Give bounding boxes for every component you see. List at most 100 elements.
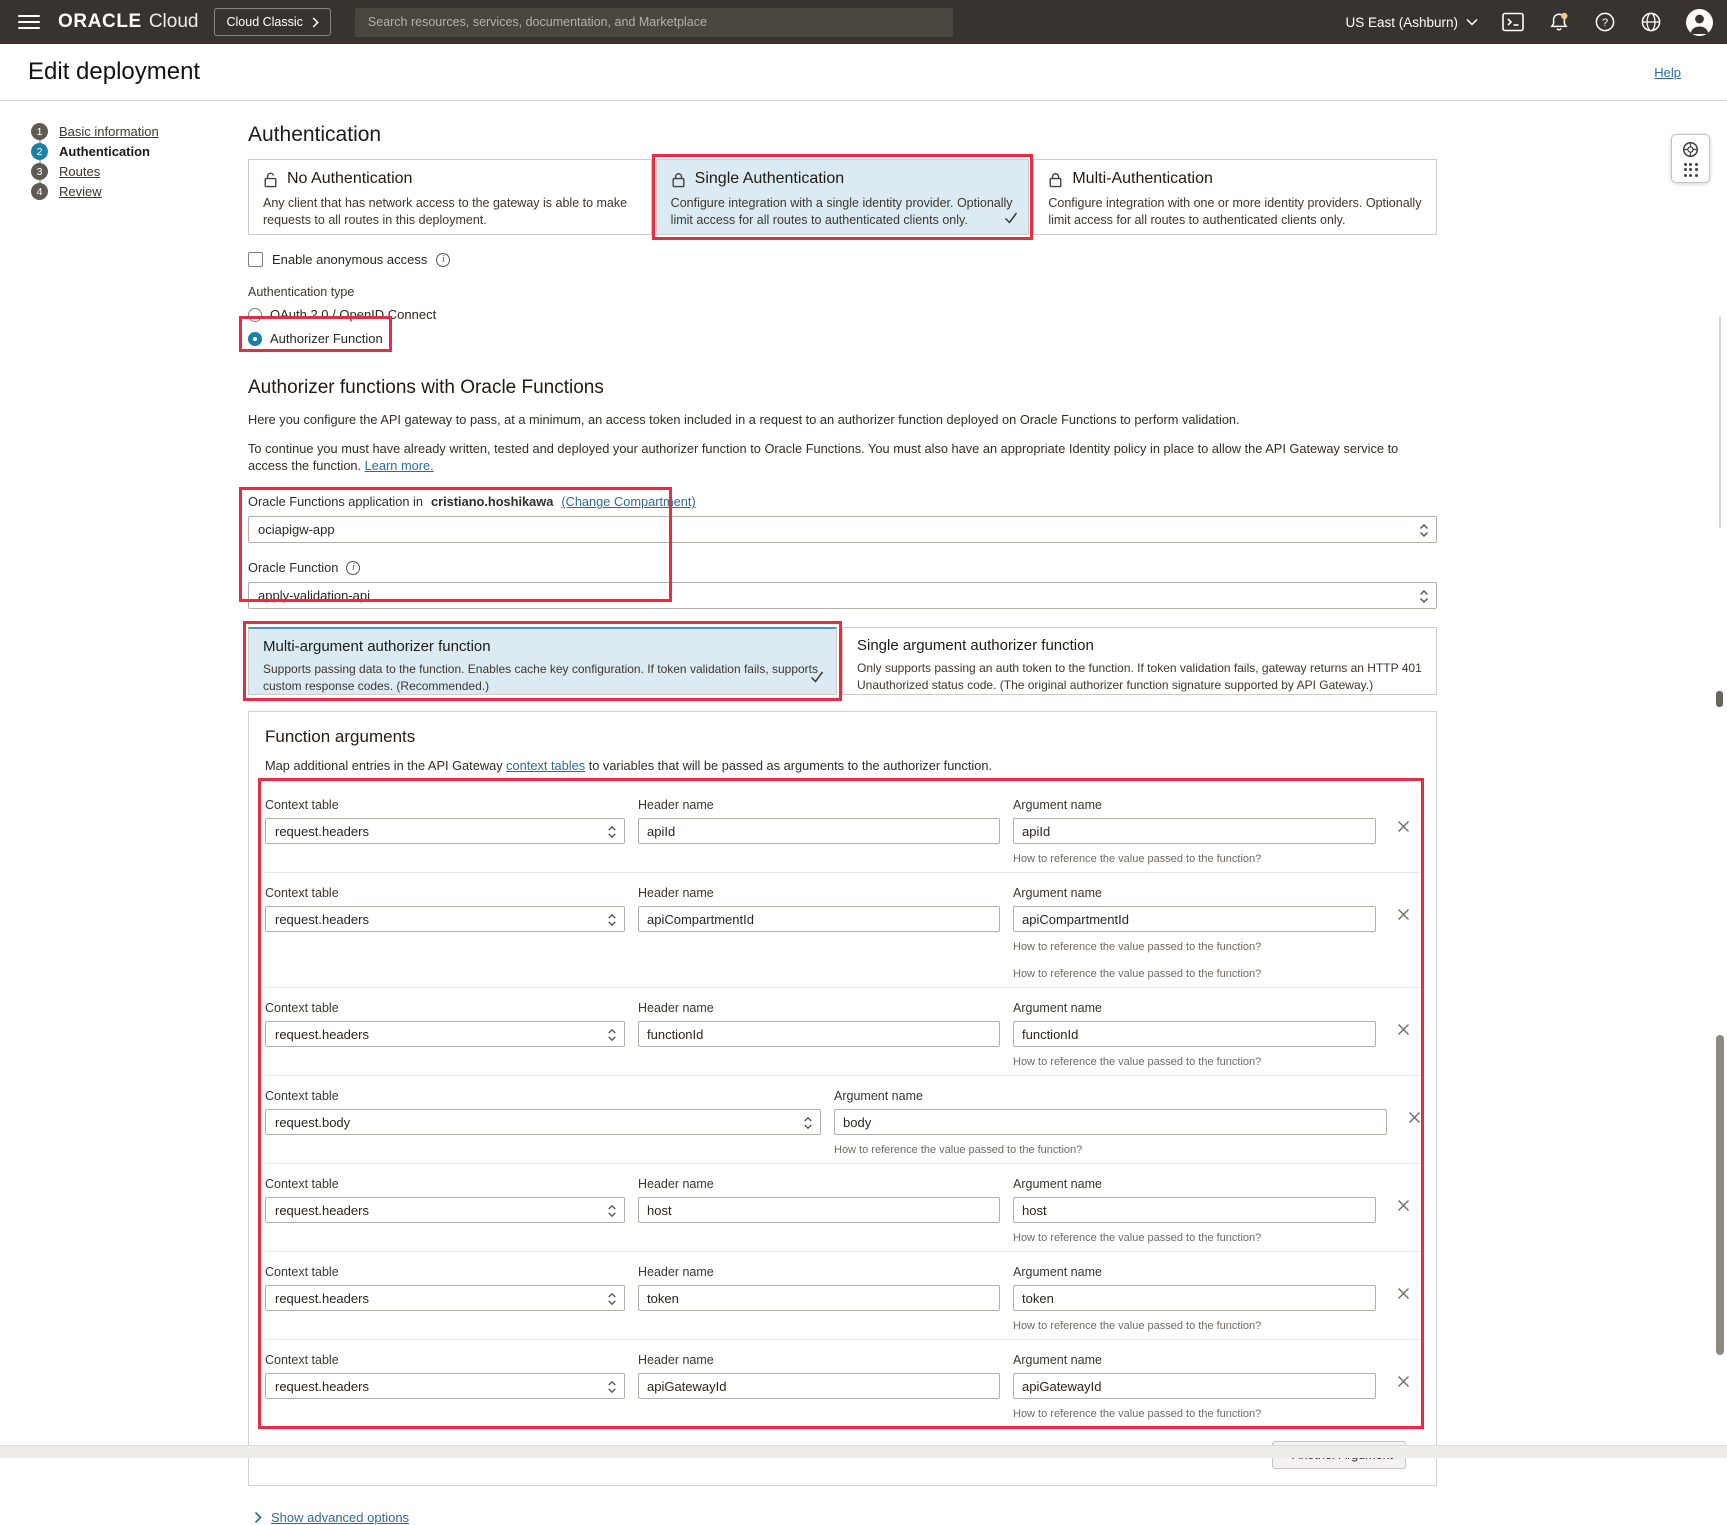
card-no-authentication[interactable]: No Authentication Any client that has ne… xyxy=(248,159,652,235)
oracle-function-select[interactable]: apply-validation-api xyxy=(248,582,1437,609)
context-table-col: Context table request.headers xyxy=(265,1177,625,1244)
grid-dots-icon xyxy=(1684,163,1698,177)
argument-name-input[interactable] xyxy=(1013,906,1376,932)
select-spinner-icon xyxy=(1419,522,1429,539)
oracle-cloud-logo[interactable]: ORACLE Cloud xyxy=(58,11,198,33)
user-avatar[interactable] xyxy=(1686,9,1713,36)
anonymous-access-checkbox[interactable] xyxy=(248,252,263,267)
step-label[interactable]: Basic information xyxy=(59,123,159,140)
header-name-label: Header name xyxy=(638,1265,1000,1279)
header-name-col: Header name xyxy=(638,1001,1000,1068)
header-name-input[interactable] xyxy=(638,1285,1000,1311)
header-name-input[interactable] xyxy=(638,1021,1000,1047)
chevron-down-icon xyxy=(1466,18,1478,26)
functions-application-select[interactable]: ociapigw-app xyxy=(248,516,1437,543)
helper-text: How to reference the value passed to the… xyxy=(1013,1320,1376,1332)
context-table-select-value: request.headers xyxy=(275,1379,369,1394)
region-selector[interactable]: US East (Ashburn) xyxy=(1345,15,1478,30)
page-scrollbar[interactable] xyxy=(1713,0,1727,1458)
svg-text:?: ? xyxy=(1602,17,1608,29)
header-name-input[interactable] xyxy=(638,906,1000,932)
help-question-icon[interactable]: ? xyxy=(1594,11,1616,33)
argument-helpers: How to reference the value passed to the… xyxy=(1013,853,1376,865)
scrollbar-mark[interactable] xyxy=(1716,691,1723,707)
context-table-select-value: request.headers xyxy=(275,1203,369,1218)
step-basic-information[interactable]: 1 Basic information xyxy=(31,123,248,140)
search-input[interactable] xyxy=(355,8,953,37)
header-name-input[interactable] xyxy=(638,1197,1000,1223)
step-authentication[interactable]: 2 Authentication xyxy=(31,143,248,160)
function-arguments-card: Function arguments Map additional entrie… xyxy=(248,711,1437,1486)
card-description: Only supports passing an auth token to t… xyxy=(857,660,1422,693)
card-single-argument[interactable]: Single argument authorizer function Only… xyxy=(842,627,1437,695)
remove-argument-button[interactable] xyxy=(1397,1199,1410,1217)
card-multi-authentication[interactable]: Multi-Authentication Configure integrati… xyxy=(1033,159,1437,235)
context-tables-link[interactable]: context tables xyxy=(506,758,585,773)
info-icon[interactable]: i xyxy=(346,561,360,575)
radio-circle[interactable] xyxy=(248,332,262,346)
context-table-label: Context table xyxy=(265,1353,625,1367)
step-review[interactable]: 4 Review xyxy=(31,183,248,200)
argument-name-col: Argument name How to reference the value… xyxy=(834,1089,1387,1156)
step-number: 3 xyxy=(31,163,48,180)
context-table-select[interactable]: request.headers xyxy=(265,818,625,844)
cloud-shell-icon[interactable] xyxy=(1502,12,1524,32)
argument-name-input[interactable] xyxy=(1013,1197,1376,1223)
card-multi-argument[interactable]: Multi-argument authorizer function Suppo… xyxy=(248,627,837,695)
header-name-col: Header name xyxy=(638,1177,1000,1244)
scrollbar-thumb[interactable] xyxy=(1716,1035,1724,1355)
remove-argument-button[interactable] xyxy=(1397,908,1410,926)
floating-panel-button[interactable] xyxy=(1671,134,1710,183)
radio-oauth[interactable]: OAuth 2.0 / OpenID Connect xyxy=(248,307,1437,322)
argument-name-input[interactable] xyxy=(1013,818,1376,844)
card-description: Configure integration with a single iden… xyxy=(671,195,1015,228)
select-spinner-icon xyxy=(607,1203,617,1219)
argument-name-label: Argument name xyxy=(834,1089,1387,1103)
remove-argument-button[interactable] xyxy=(1397,1375,1410,1393)
helper-text: How to reference the value passed to the… xyxy=(1013,968,1376,980)
context-table-select-value: request.headers xyxy=(275,912,369,927)
context-table-select[interactable]: request.headers xyxy=(265,1021,625,1047)
remove-col xyxy=(1389,1001,1420,1068)
context-table-select[interactable]: request.headers xyxy=(265,1285,625,1311)
context-table-select[interactable]: request.headers xyxy=(265,906,625,932)
info-icon[interactable]: i xyxy=(436,253,450,267)
header-name-input[interactable] xyxy=(638,1373,1000,1399)
hamburger-menu-icon[interactable] xyxy=(18,15,40,30)
radio-circle[interactable] xyxy=(248,308,262,322)
remove-argument-button[interactable] xyxy=(1397,820,1410,838)
card-title: No Authentication xyxy=(287,170,412,188)
notifications-bell-icon[interactable] xyxy=(1548,11,1570,33)
argument-name-input[interactable] xyxy=(1013,1285,1376,1311)
step-label[interactable]: Routes xyxy=(59,163,100,180)
page-header: Edit deployment Help xyxy=(0,44,1727,101)
header-name-input[interactable] xyxy=(638,818,1000,844)
learn-more-link[interactable]: Learn more. xyxy=(365,458,434,473)
card-title: Multi-Authentication xyxy=(1072,170,1213,188)
argument-name-input[interactable] xyxy=(834,1109,1387,1135)
remove-argument-button[interactable] xyxy=(1397,1023,1410,1041)
cloud-classic-button[interactable]: Cloud Classic xyxy=(214,8,330,36)
argument-name-input[interactable] xyxy=(1013,1373,1376,1399)
context-table-select[interactable]: request.headers xyxy=(265,1373,625,1399)
remove-argument-button[interactable] xyxy=(1397,1287,1410,1305)
context-table-label: Context table xyxy=(265,1001,625,1015)
remove-col xyxy=(1389,798,1420,865)
language-globe-icon[interactable] xyxy=(1640,11,1662,33)
lock-icon xyxy=(1048,171,1063,188)
remove-argument-button[interactable] xyxy=(1408,1111,1421,1129)
card-description: Any client that has network access to th… xyxy=(263,195,637,228)
help-link[interactable]: Help xyxy=(1654,65,1681,80)
context-table-select[interactable]: request.body xyxy=(265,1109,821,1135)
context-table-select[interactable]: request.headers xyxy=(265,1197,625,1223)
change-compartment-link[interactable]: (Change Compartment) xyxy=(561,494,695,509)
card-description: Configure integration with one or more i… xyxy=(1048,195,1422,228)
radio-authorizer-function[interactable]: Authorizer Function xyxy=(248,331,383,346)
card-single-authentication[interactable]: Single Authentication Configure integrat… xyxy=(656,159,1030,235)
show-advanced-options-link[interactable]: Show advanced options xyxy=(271,1510,409,1525)
authorizer-intro-2: To continue you must have already writte… xyxy=(248,440,1437,475)
argument-name-input[interactable] xyxy=(1013,1021,1376,1047)
step-label[interactable]: Review xyxy=(59,183,102,200)
anonymous-access-row: Enable anonymous access i xyxy=(248,252,1437,267)
step-routes[interactable]: 3 Routes xyxy=(31,163,248,180)
